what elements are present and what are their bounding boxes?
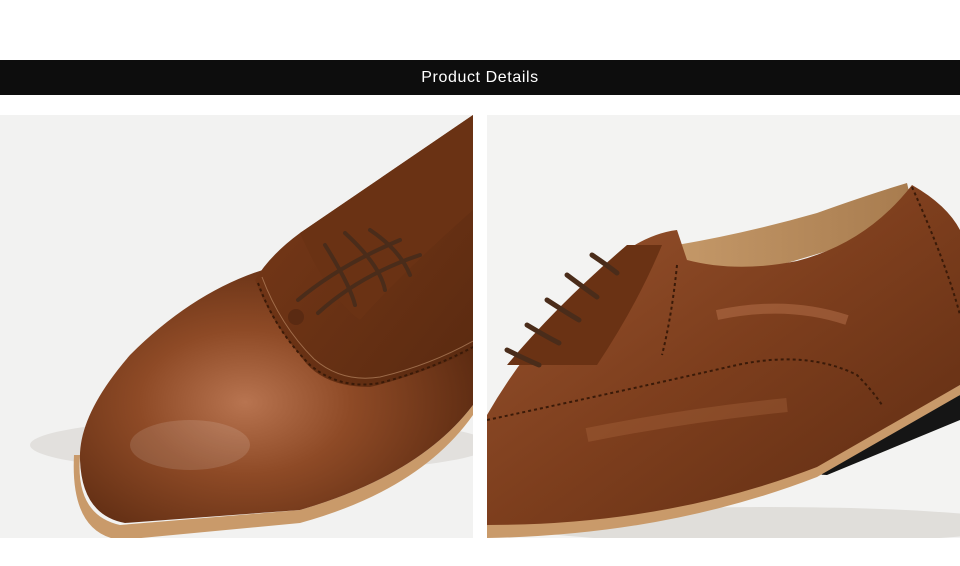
- side-lacing-photo: [487, 115, 960, 538]
- toe-closeup-illustration: [30, 115, 473, 538]
- side-lacing-illustration: [487, 183, 960, 538]
- product-details-banner: Product Details: [0, 60, 960, 95]
- banner-title: Product Details: [421, 68, 539, 86]
- toe-closeup-photo: [0, 115, 473, 538]
